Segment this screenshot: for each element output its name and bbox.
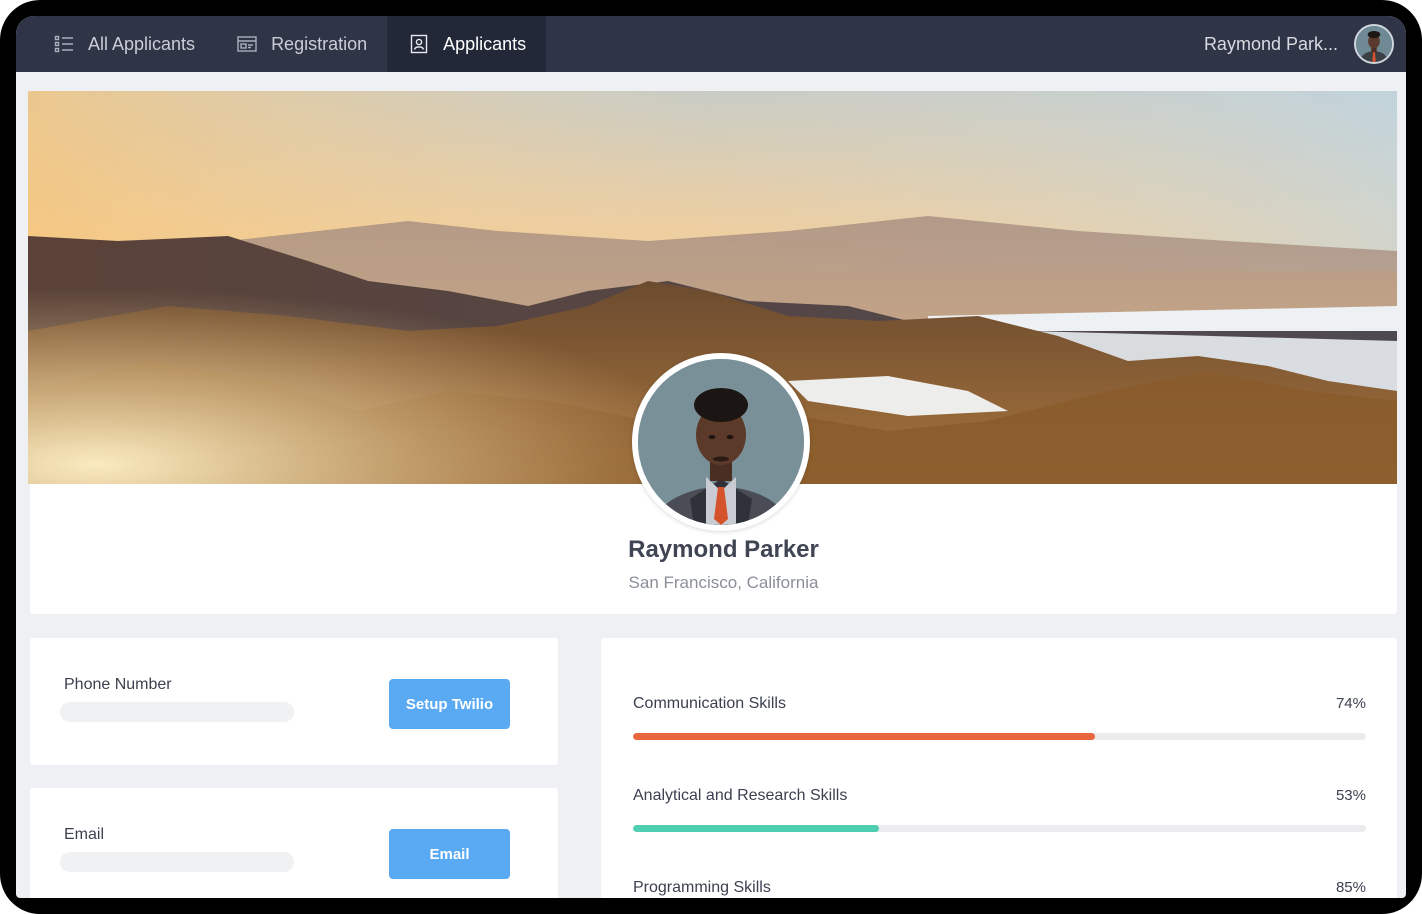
profile-card: Raymond Parker San Francisco, California (28, 91, 1397, 614)
email-card: Email Email (30, 788, 558, 898)
phone-label: Phone Number (64, 676, 172, 693)
skill-percent: 53% (1335, 787, 1366, 804)
contact-card-icon (409, 34, 429, 54)
user-name: Raymond Park... (1203, 33, 1338, 54)
user-menu[interactable]: Raymond Park... (1204, 16, 1406, 72)
phone-field[interactable] (60, 702, 294, 722)
form-icon (237, 34, 257, 54)
phone-card: Phone Number Setup Twilio (30, 638, 558, 765)
profile-location: San Francisco, California (628, 573, 819, 592)
tablet-frame: All Applicants Registration Applicants R… (0, 0, 1422, 914)
skill-percent: 74% (1335, 695, 1366, 712)
skill-percent: 85% (1335, 879, 1366, 896)
email-label: Email (64, 826, 105, 843)
skill-name: Programming Skills (633, 879, 771, 896)
skill-progress-track (633, 825, 1366, 832)
skills-card: Communication Skills 74% Analytical and … (601, 638, 1397, 898)
tab-label: Applicants (443, 33, 527, 54)
email-button[interactable]: Email (389, 829, 510, 879)
skill-progress-fill (633, 733, 1095, 740)
top-navigation: All Applicants Registration Applicants R… (16, 16, 1406, 72)
profile-avatar (632, 353, 810, 531)
setup-twilio-button[interactable]: Setup Twilio (389, 679, 510, 729)
tab-registration[interactable]: Registration (215, 16, 387, 72)
skill-progress-fill (633, 825, 879, 832)
tab-label: All Applicants (88, 33, 196, 54)
list-icon (54, 34, 74, 54)
tab-label: Registration (271, 33, 368, 54)
tab-applicants[interactable]: Applicants (387, 16, 547, 72)
skill-progress-track (633, 733, 1366, 740)
profile-name: Raymond Parker (628, 536, 819, 563)
email-field[interactable] (60, 852, 294, 872)
skill-name: Analytical and Research Skills (633, 787, 848, 804)
skill-name: Communication Skills (633, 695, 786, 712)
avatar[interactable] (1354, 24, 1394, 64)
tab-all-applicants[interactable]: All Applicants (16, 16, 215, 72)
app-screen: All Applicants Registration Applicants R… (16, 16, 1406, 898)
